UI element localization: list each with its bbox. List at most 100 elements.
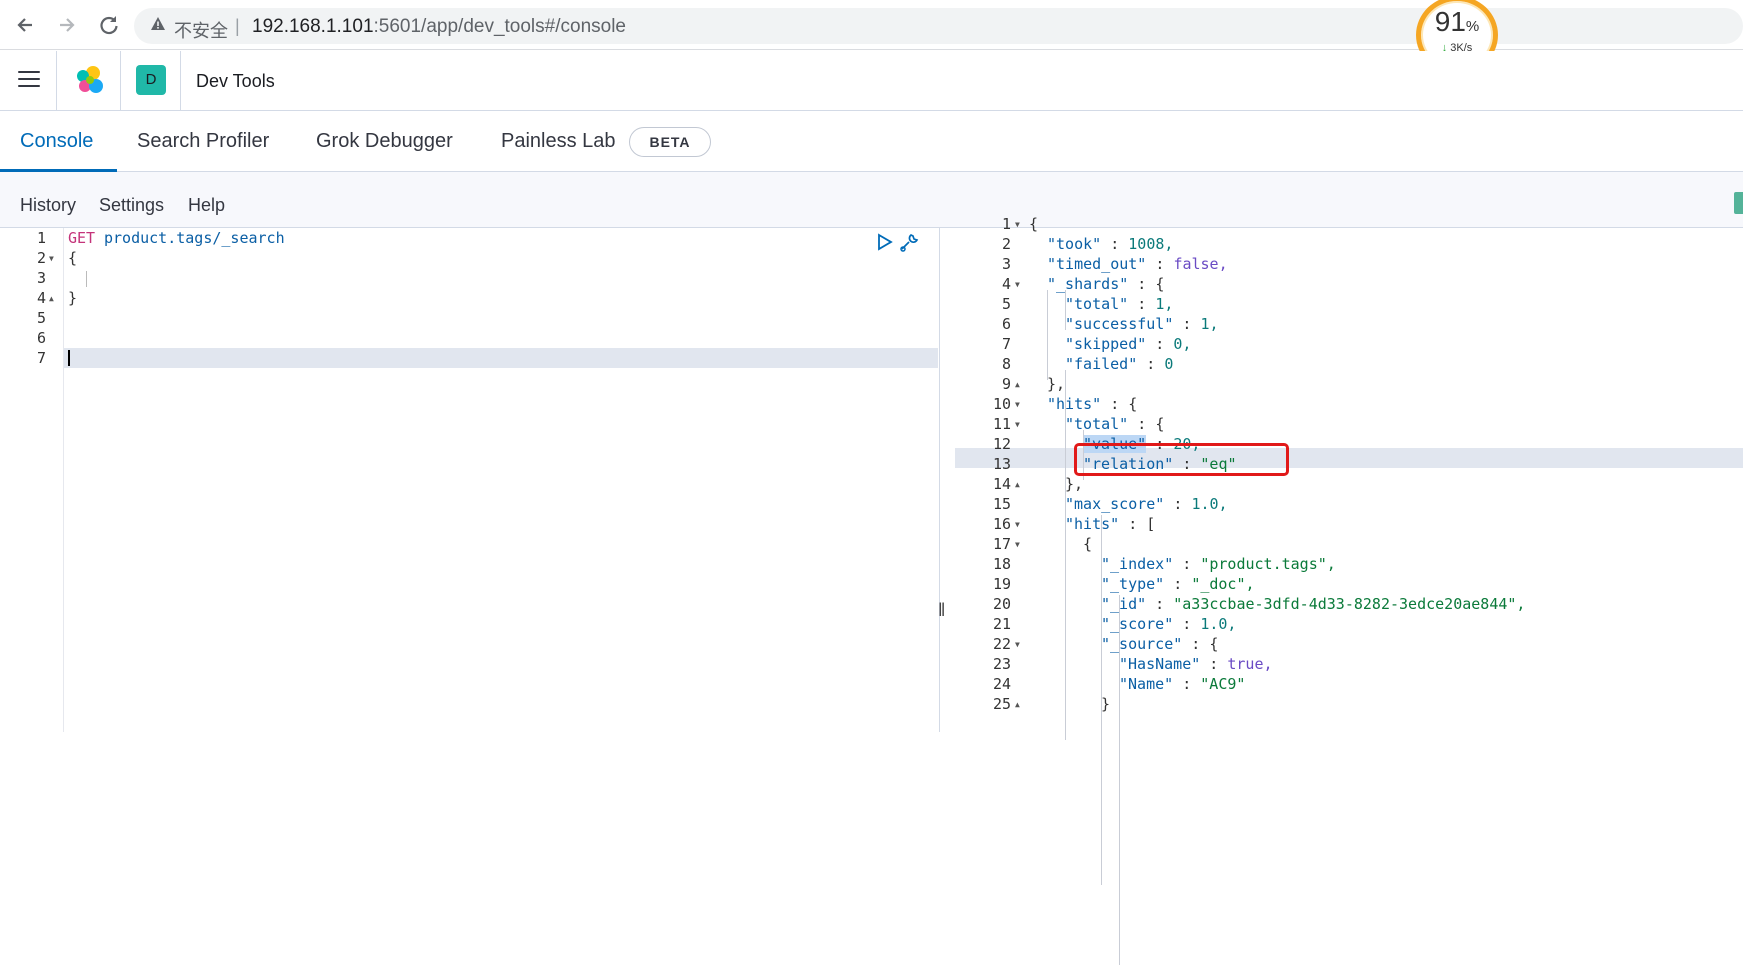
json-value: 1, <box>1155 295 1174 313</box>
tab-search-profiler[interactable]: Search Profiler <box>137 130 269 153</box>
json-colon: : <box>1137 355 1165 373</box>
line-number: 23 <box>992 655 1011 673</box>
panel-resizer-handle[interactable]: ‖ <box>938 600 945 621</box>
response-line: 6 "successful" : 1, <box>955 314 1743 334</box>
side-panel-toggle[interactable] <box>1734 192 1743 214</box>
fold-close-icon[interactable]: ▲ <box>1015 475 1020 495</box>
json-key: "total" <box>1065 295 1129 313</box>
indent-guide <box>86 271 87 287</box>
json-entry: "_id" : "a33ccbae-3dfd-4d33-8282-3edce20… <box>1101 594 1525 614</box>
fold-open-icon[interactable]: ▼ <box>1015 415 1020 435</box>
response-line: 23 "HasName" : true, <box>955 654 1743 674</box>
request-line: 4 ▲ } <box>10 288 939 308</box>
tab-console[interactable]: Console <box>20 130 93 153</box>
line-number: 5 <box>1001 295 1011 313</box>
line-number: 25 <box>992 695 1011 713</box>
line-number: 3 <box>36 269 46 287</box>
json-colon: : <box>1128 295 1156 313</box>
annotation-highlight-box <box>1074 443 1289 476</box>
line-number: 13 <box>992 455 1011 473</box>
elastic-logo-icon[interactable] <box>74 64 106 96</box>
tab-painless-lab[interactable]: Painless Lab <box>501 130 616 153</box>
play-icon[interactable] <box>876 232 894 257</box>
tab-grok-debugger[interactable]: Grok Debugger <box>316 130 453 153</box>
fold-open-icon[interactable]: ▼ <box>1015 635 1020 655</box>
url-host: 192.168.1.101 <box>252 16 374 37</box>
json-value: false, <box>1173 255 1228 273</box>
line-number: 10 <box>992 395 1011 413</box>
request-line: 3 <box>10 268 939 288</box>
response-line: 11 ▼ "total" : { <box>955 414 1743 434</box>
line-number: 19 <box>992 575 1011 593</box>
json-value: 1.0, <box>1191 495 1228 513</box>
fold-open-icon[interactable]: ▼ <box>1015 215 1020 235</box>
response-line: 21 "_score" : 1.0, <box>955 614 1743 634</box>
response-line: 19 "_type" : "_doc", <box>955 574 1743 594</box>
code-text: } <box>1101 695 1111 713</box>
hamburger-menu-icon[interactable] <box>18 71 40 89</box>
json-key: "timed_out" <box>1047 255 1147 273</box>
line-number: 6 <box>36 329 46 347</box>
json-entry: "_type" : "_doc", <box>1101 574 1255 594</box>
response-line: 8 "failed" : 0 <box>955 354 1743 374</box>
fold-open-icon[interactable]: ▼ <box>1015 515 1020 535</box>
app-header: D Dev Tools <box>0 51 1743 111</box>
fold-open-icon[interactable]: ▼ <box>1015 535 1020 555</box>
fold-close-icon[interactable]: ▲ <box>49 289 54 309</box>
request-method: GET <box>68 229 96 247</box>
fold-open-icon[interactable]: ▼ <box>1015 395 1020 415</box>
line-number: 24 <box>992 675 1011 693</box>
code-text: } <box>68 289 78 307</box>
help-link[interactable]: Help <box>188 195 225 216</box>
line-number: 17 <box>992 535 1011 553</box>
url-text: 192.168.1.101:5601/app/dev_tools#/consol… <box>252 16 626 38</box>
address-bar[interactable]: 不安全 | 192.168.1.101:5601/app/dev_tools#/… <box>134 8 1743 44</box>
response-output[interactable]: 1 ▼{2 "took" : 1008, 3 "timed_out" : false, 4… <box>955 215 1743 965</box>
request-line: 5 <box>10 308 939 328</box>
history-link[interactable]: History <box>20 195 76 216</box>
line-number: 1 <box>1001 215 1011 233</box>
line-number: 14 <box>992 475 1011 493</box>
json-entry: "HasName" : true, <box>1119 654 1273 674</box>
json-entry: "hits" : { <box>1047 394 1137 414</box>
net-percent-value: 91 <box>1434 6 1466 37</box>
response-line: 2 "took" : 1008, <box>955 234 1743 254</box>
fold-close-icon[interactable]: ▲ <box>1015 375 1020 395</box>
line-number: 4 <box>36 289 46 307</box>
json-key: "total" <box>1065 415 1129 433</box>
header-divider <box>120 51 121 111</box>
code-text: }, <box>1047 375 1066 393</box>
line-number: 1 <box>36 229 46 247</box>
indent-guide <box>1047 290 1048 380</box>
wrench-icon[interactable] <box>898 232 920 259</box>
fold-open-icon[interactable]: ▼ <box>1015 275 1020 295</box>
json-value: "a33ccbae-3dfd-4d33-8282-3edce20ae844", <box>1173 595 1526 613</box>
json-colon: : <box>1146 255 1174 273</box>
json-colon: : <box>1173 675 1201 693</box>
line-number: 15 <box>992 495 1011 513</box>
request-editor[interactable]: 1 GET product.tags/_search 2 ▼ { 3 4 ▲ }… <box>10 228 940 732</box>
line-number: 16 <box>992 515 1011 533</box>
fold-open-icon[interactable]: ▼ <box>49 249 54 269</box>
response-line: 18 "_index" : "product.tags", <box>955 554 1743 574</box>
reload-icon[interactable] <box>94 10 124 40</box>
back-arrow-icon[interactable] <box>10 10 40 40</box>
settings-link[interactable]: Settings <box>99 195 164 216</box>
request-path: product.tags/_search <box>104 229 285 247</box>
security-label: 不安全 <box>174 21 228 41</box>
json-key: "_id" <box>1101 595 1147 613</box>
json-entry: "max_score" : 1.0, <box>1065 494 1228 514</box>
json-colon: : <box>1164 495 1192 513</box>
code-text: { <box>1029 215 1039 233</box>
net-percent: 91% <box>1421 7 1493 42</box>
json-entry: "successful" : 1, <box>1065 314 1219 334</box>
json-value: 0, <box>1173 335 1192 353</box>
json-value: 0 <box>1164 355 1174 373</box>
forward-arrow-icon[interactable] <box>52 10 82 40</box>
space-avatar[interactable]: D <box>136 65 166 95</box>
line-number: 7 <box>1001 335 1011 353</box>
fold-close-icon[interactable]: ▲ <box>1015 695 1020 715</box>
json-colon: : <box>1173 555 1201 573</box>
json-value: { <box>1209 635 1219 653</box>
json-key: "Name" <box>1119 675 1174 693</box>
